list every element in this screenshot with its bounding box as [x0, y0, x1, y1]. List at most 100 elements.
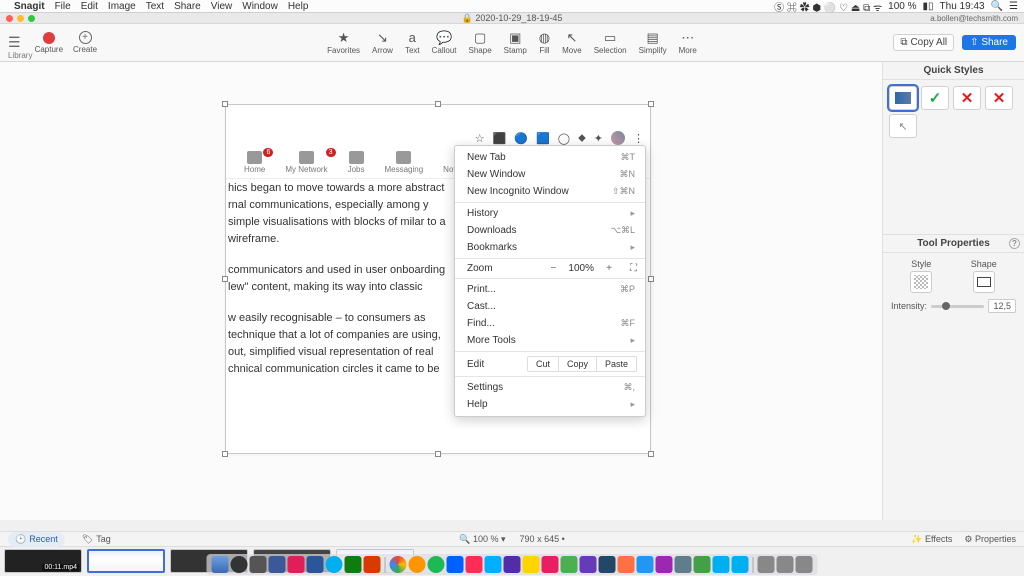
avatar-icon[interactable]	[611, 131, 625, 145]
dock-app[interactable]	[542, 556, 559, 573]
shape-selector[interactable]	[973, 271, 995, 293]
nav-home[interactable]: Home6	[244, 151, 265, 174]
dock-app[interactable]	[732, 556, 749, 573]
search-icon[interactable]: 🔍	[991, 1, 1003, 12]
clock[interactable]: Thu 19:43	[940, 1, 985, 12]
dock-app[interactable]	[390, 556, 407, 573]
dock-app[interactable]	[796, 556, 813, 573]
menu-new-window[interactable]: New Window⌘N	[455, 166, 645, 183]
crop-handle[interactable]	[435, 101, 441, 107]
effects-toggle[interactable]: ✨ Effects	[911, 534, 952, 545]
status-icons[interactable]: Ⓢ ⌘ ✿ ⬢ ⚪ ♡ ⏏ ⧉ ᯤ	[774, 0, 882, 14]
ext-icon[interactable]: ⬛	[493, 132, 507, 145]
dock-app[interactable]	[580, 556, 597, 573]
ext-icon[interactable]: 🟦	[536, 132, 550, 145]
captured-image[interactable]: ☆ ⬛ 🔵 🟦 ◯ ⬥ ✦ ⋮ Home6 My Network3 Jobs M…	[225, 104, 651, 454]
properties-toggle[interactable]: ⚙ Properties	[964, 534, 1016, 545]
traffic-lights[interactable]	[6, 15, 35, 22]
crop-handle[interactable]	[222, 451, 228, 457]
quick-style-tile[interactable]: ✓	[921, 86, 949, 110]
crop-handle[interactable]	[435, 451, 441, 457]
crop-handle[interactable]	[222, 101, 228, 107]
dock-app[interactable]	[409, 556, 426, 573]
menu-history[interactable]: History▸	[455, 205, 645, 222]
menu-window[interactable]: Window	[242, 1, 278, 12]
dock-app[interactable]	[694, 556, 711, 573]
dock-app[interactable]	[504, 556, 521, 573]
edit-cut[interactable]: Cut	[528, 357, 559, 371]
dock-app[interactable]	[485, 556, 502, 573]
copy-all-button[interactable]: ⧉Copy All	[893, 34, 954, 51]
tool-stamp[interactable]: ▣Stamp	[504, 30, 527, 55]
nav-network[interactable]: My Network3	[285, 151, 327, 174]
menu-help[interactable]: Help	[288, 1, 309, 12]
dock-app[interactable]	[212, 556, 229, 573]
dock-app[interactable]	[523, 556, 540, 573]
intensity-slider[interactable]	[931, 305, 984, 308]
quick-style-tile[interactable]: ✕	[985, 86, 1013, 110]
dock-app[interactable]	[466, 556, 483, 573]
tool-selection[interactable]: ▭Selection	[594, 30, 627, 55]
app-name[interactable]: Snagit	[14, 1, 45, 12]
close-icon[interactable]	[6, 15, 13, 22]
nav-jobs[interactable]: Jobs	[348, 151, 365, 174]
menu-image[interactable]: Image	[108, 1, 136, 12]
zoom-in-button[interactable]: +	[604, 263, 614, 274]
dock-app[interactable]	[656, 556, 673, 573]
tool-favorites[interactable]: ★Favorites	[327, 30, 360, 55]
dock-app[interactable]	[269, 556, 286, 573]
menu-new-incognito[interactable]: New Incognito Window⇧⌘N	[455, 183, 645, 200]
intensity-value[interactable]: 12,5	[988, 299, 1016, 313]
dock-app[interactable]	[777, 556, 794, 573]
dock-app[interactable]	[250, 556, 267, 573]
quick-style-tile[interactable]: ✕	[953, 86, 981, 110]
help-icon[interactable]: ?	[1009, 238, 1020, 249]
nav-messaging[interactable]: Messaging	[384, 151, 423, 174]
dock-app[interactable]	[326, 556, 343, 573]
dock-app[interactable]	[637, 556, 654, 573]
crop-handle[interactable]	[648, 101, 654, 107]
dock-app[interactable]	[288, 556, 305, 573]
puzzle-icon[interactable]: ✦	[594, 132, 603, 145]
menu-share[interactable]: Share	[174, 1, 201, 12]
crop-handle[interactable]	[648, 451, 654, 457]
minimize-icon[interactable]	[17, 15, 24, 22]
fullscreen-icon[interactable]: ⛶	[630, 263, 637, 274]
menu-new-tab[interactable]: New Tab⌘T	[455, 149, 645, 166]
dock-app[interactable]	[713, 556, 730, 573]
hamburger-icon[interactable]: ☰	[8, 34, 21, 51]
edit-copy[interactable]: Copy	[559, 357, 597, 371]
tool-more[interactable]: ⋯More	[679, 30, 697, 55]
menu-file[interactable]: File	[55, 1, 71, 12]
tool-callout[interactable]: 💬Callout	[432, 30, 457, 55]
library-label[interactable]: Library	[8, 51, 32, 60]
menu-find[interactable]: Find...⌘F	[455, 315, 645, 332]
control-center-icon[interactable]: ☰	[1009, 1, 1018, 12]
star-icon[interactable]: ☆	[475, 132, 485, 145]
dock-app[interactable]	[364, 556, 381, 573]
dock-app[interactable]	[428, 556, 445, 573]
tag-tab[interactable]: 🏷 Tag	[75, 532, 118, 547]
dock-app[interactable]	[231, 556, 248, 573]
account-label[interactable]: a.bollen@techsmith.com	[930, 14, 1018, 23]
menu-cast[interactable]: Cast...	[455, 298, 645, 315]
dock-app[interactable]	[345, 556, 362, 573]
ext-icon[interactable]: ⬥	[578, 132, 586, 145]
dock-app[interactable]	[599, 556, 616, 573]
dock-app[interactable]	[447, 556, 464, 573]
dock-app[interactable]	[561, 556, 578, 573]
crop-handle[interactable]	[648, 276, 654, 282]
dock-app[interactable]	[618, 556, 635, 573]
canvas-area[interactable]: ☆ ⬛ 🔵 🟦 ◯ ⬥ ✦ ⋮ Home6 My Network3 Jobs M…	[0, 62, 882, 520]
tool-arrow[interactable]: ↘Arrow	[372, 30, 393, 55]
create-button[interactable]: +Create	[73, 31, 97, 54]
tool-shape[interactable]: ▢Shape	[469, 30, 492, 55]
zoom-indicator[interactable]: 🔍 100 % ▾	[459, 534, 505, 545]
dock-app[interactable]	[307, 556, 324, 573]
mac-dock[interactable]	[207, 554, 818, 575]
zoom-out-button[interactable]: −	[548, 263, 558, 274]
capture-indicator[interactable]: Capture	[35, 32, 63, 54]
quick-style-tile[interactable]: ↖	[889, 114, 917, 138]
menu-edit[interactable]: Edit	[81, 1, 98, 12]
tool-simplify[interactable]: ▤Simplify	[639, 30, 667, 55]
